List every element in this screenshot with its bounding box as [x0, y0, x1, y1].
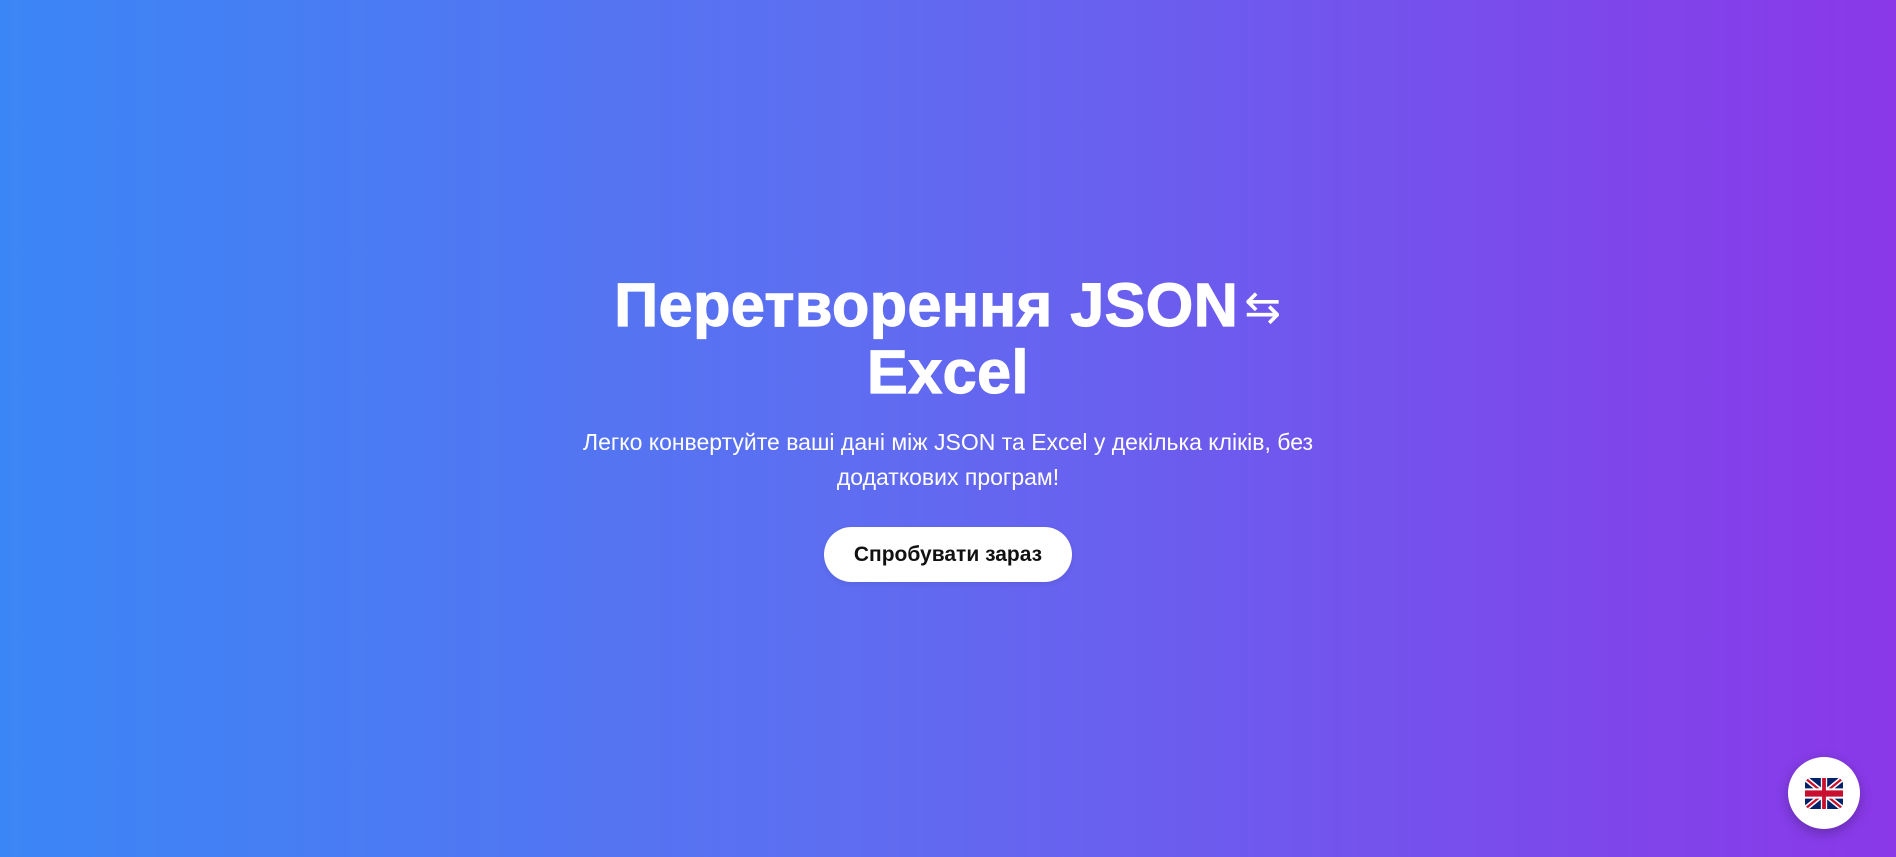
uk-flag-icon — [1805, 777, 1843, 809]
hero-title-end: Excel — [866, 338, 1029, 406]
hero-section: Перетворення JSON ⇆ Excel Легко конвертуй… — [0, 0, 1896, 857]
hero-title-line-1: Перетворення JSON ⇆ — [538, 274, 1358, 342]
hero-subtitle: Легко конвертуйте ваші дані між JSON та … — [582, 429, 1314, 490]
swap-arrows-icon: ⇆ — [1244, 282, 1282, 333]
language-switch-button[interactable] — [1788, 757, 1860, 829]
hero-title-main: Перетворення JSON — [614, 271, 1239, 339]
try-now-button[interactable]: Спробувати зараз — [823, 527, 1073, 582]
hero-title: Перетворення JSON ⇆ Excel — [538, 274, 1358, 406]
